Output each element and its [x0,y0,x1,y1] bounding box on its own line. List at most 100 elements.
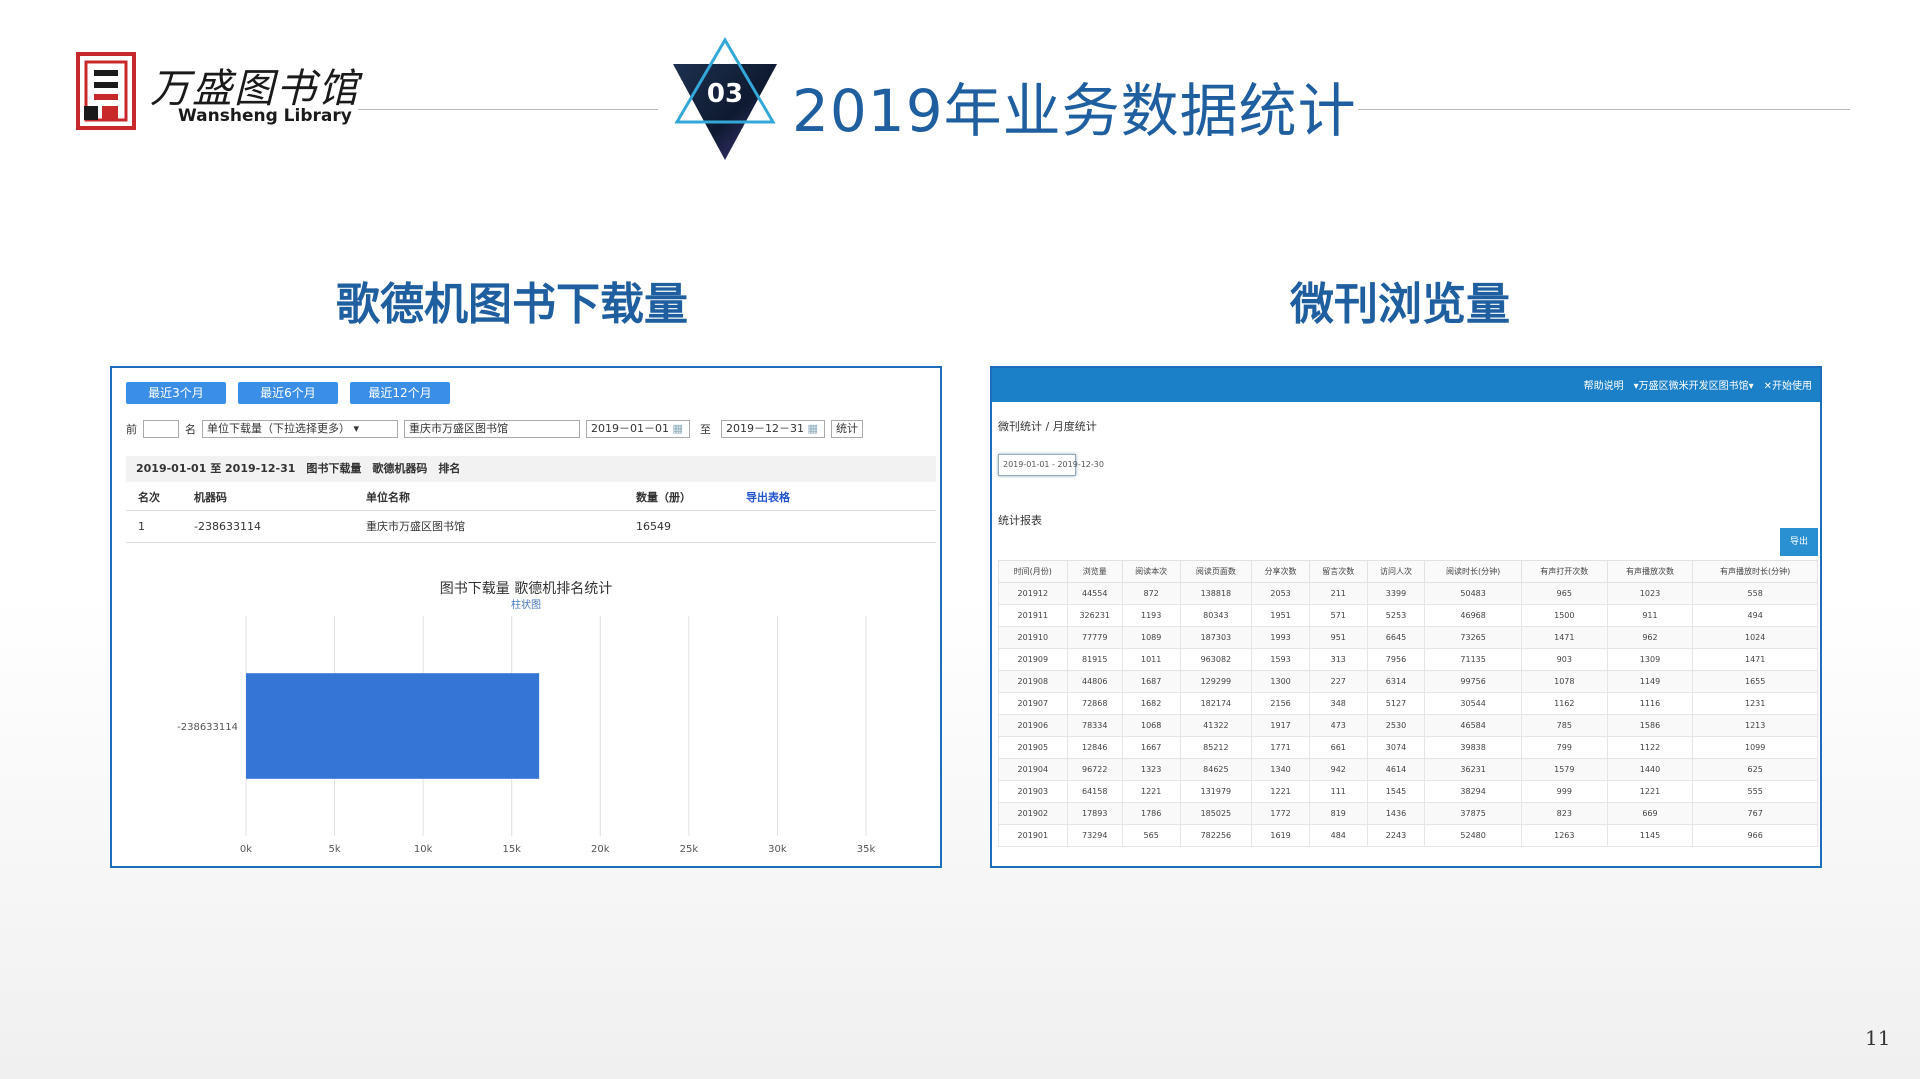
table-cell: 966 [1692,824,1818,847]
table-cell: 1116 [1606,692,1694,715]
column-header: 阅读页面数 [1179,560,1253,583]
export-excel-button[interactable]: 导出excel [1780,528,1818,575]
start-date-input[interactable]: 2019－01－01 ▦ [586,420,690,438]
export-table-link[interactable]: 导出表格 [746,491,790,504]
table-cell: 1471 [1692,648,1818,671]
table-cell: 201905 [998,736,1068,759]
table-cell: 1340 [1251,758,1310,781]
table-cell: 555 [1692,780,1818,803]
table-cell: 1771 [1251,736,1310,759]
table-cell: 185025 [1179,802,1253,825]
table-cell: 2243 [1366,824,1426,847]
table-cell: 12846 [1066,736,1123,759]
table-cell: 951 [1308,626,1368,649]
column-header: 有声打开次数 [1520,560,1608,583]
x-tick-label: 20k [591,844,610,855]
table-cell: 1149 [1606,670,1694,693]
page-number: 11 [1865,1026,1891,1050]
last-12-months-button[interactable]: 最近12个月 [350,382,450,404]
date-range-input[interactable]: 2019-01-01 - 2019-12-30 [998,454,1104,476]
x-tick-label: 35k [857,844,876,855]
table-row: 201907 72868 1682 182174 2156 348 5127 30544 116… [998,692,1818,715]
table-row: 201903 64158 1221 131979 1221 111 1545 38294 999… [998,780,1818,803]
x-tick-label: 10k [414,844,433,855]
table-header-row: 时间(月份) 浏览量 阅读本次 阅读页面数 分享次数 留言次数 访问人次 阅读时长(分钟) 有声… [998,560,1818,583]
download-bar-chart: 0k 5k 10k 15k 20k 25k 30k 35k -238633114 [177,616,876,855]
table-cell: 111 [1308,780,1368,803]
quantity-cell: 16549 [624,510,734,543]
table-row: 1 -238633114 重庆市万盛区图书馆 16549 [126,510,936,543]
filter-row: 前 名 单位下载量（下拉选择更多） ▾ 重庆市万盛区图书馆 2019－01－01… [126,420,863,438]
table-cell: 942 [1308,758,1368,781]
period-button-group: 最近3个月 最近6个月 最近12个月 [126,382,450,404]
table-cell: 767 [1692,802,1818,825]
bar [246,673,540,779]
library-input[interactable]: 重庆市万盛区图书馆 [404,420,580,438]
column-header: 时间(月份) [998,560,1068,583]
table-cell: 4614 [1366,758,1426,781]
table-cell: 1772 [1251,802,1310,825]
table-cell: 661 [1308,736,1368,759]
table-cell: 1193 [1121,604,1181,627]
table-cell: 1263 [1520,824,1608,847]
column-header: 分享次数 [1251,560,1310,583]
last-3-months-button[interactable]: 最近3个月 [126,382,226,404]
table-cell: 211 [1308,582,1368,605]
column-header: 有声播放时长(分钟) [1692,560,1818,583]
table-row: 201905 12846 1667 85212 1771 661 3074 39838 799 1… [998,736,1818,759]
top-n-input[interactable] [143,420,179,438]
table-row: 201912 44554 872 138818 2053 211 3399 50483 965 1… [998,582,1818,605]
table-cell: 571 [1308,604,1368,627]
table-cell: 1655 [1692,670,1818,693]
table-cell: 73265 [1424,626,1522,649]
table-cell: 1687 [1121,670,1181,693]
table-cell: 3074 [1366,736,1426,759]
table-cell: 39838 [1424,736,1522,759]
table-cell: 1667 [1121,736,1181,759]
table-cell: 326231 [1066,604,1123,627]
end-date-input[interactable]: 2019－12－31 ▦ [721,420,825,438]
start-date-value: 2019－01－01 [591,422,669,435]
admin-topbar[interactable]: 帮助说明 ▾万盛区微米开发区图书馆▾ ✕开始使用 [992,368,1820,402]
download-stats-panel: 最近3个月 最近6个月 最近12个月 前 名 单位下载量（下拉选择更多） ▾ 重… [110,366,942,868]
header-divider-left [358,109,658,110]
table-cell: 2053 [1251,582,1310,605]
table-cell: 1951 [1251,604,1310,627]
table-cell: 71135 [1424,648,1522,671]
table-cell: 999 [1520,780,1608,803]
table-cell: 73294 [1066,824,1123,847]
table-cell: 96722 [1066,758,1123,781]
table-cell: 138818 [1179,582,1253,605]
chevron-down-icon: ▾ [353,422,360,435]
table-cell: 1099 [1692,736,1818,759]
column-header: 留言次数 [1308,560,1368,583]
last-6-months-button[interactable]: 最近6个月 [238,382,338,404]
column-header: 浏览量 [1066,560,1123,583]
stats-button[interactable]: 统计 [831,420,863,438]
table-row: 201911 326231 1193 80343 1951 571 5253 46968 150… [998,604,1818,627]
table-cell: 46584 [1424,714,1522,737]
table-row: 201904 96722 1323 84625 1340 942 4614 36231 1579… [998,758,1818,781]
breadcrumb: 微刊统计 / 月度统计 [998,420,1097,433]
x-tick-label: 30k [768,844,787,855]
table-cell: 484 [1308,824,1368,847]
table-cell: 52480 [1424,824,1522,847]
table-cell: 72868 [1066,692,1123,715]
unit-select[interactable]: 单位下载量（下拉选择更多） ▾ [202,420,398,438]
table-cell: 1786 [1121,802,1181,825]
table-cell: 77779 [1066,626,1123,649]
table-cell: 911 [1606,604,1694,627]
table-row: 201910 77779 1089 187303 1993 951 6645 73265 147… [998,626,1818,649]
table-cell: 84625 [1179,758,1253,781]
table-cell: 494 [1692,604,1818,627]
table-cell: 5253 [1366,604,1426,627]
table-cell: 85212 [1179,736,1253,759]
table-cell: 201909 [998,648,1068,671]
table-cell: 473 [1308,714,1368,737]
machine-code-cell: -238633114 [182,510,354,543]
table-cell: 903 [1520,648,1608,671]
table-cell: 2156 [1251,692,1310,715]
table-cell: 44554 [1066,582,1123,605]
table-cell: 965 [1520,582,1608,605]
table-cell: 30544 [1424,692,1522,715]
